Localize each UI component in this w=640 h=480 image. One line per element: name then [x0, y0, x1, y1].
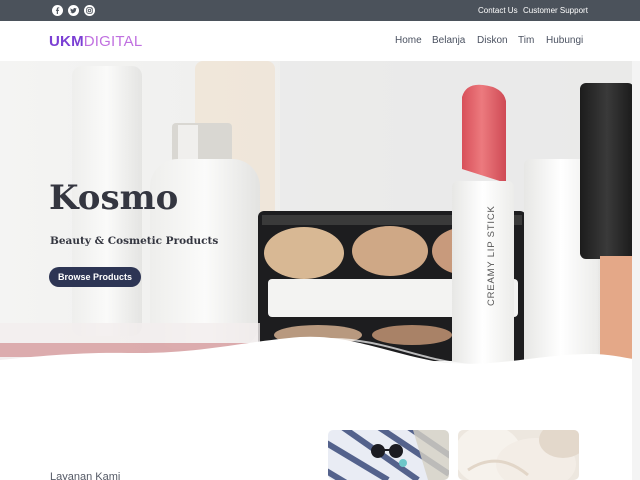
top-bar: Contact Us Customer Support — [0, 0, 640, 21]
nav-hubungi[interactable]: Hubungi — [546, 35, 583, 46]
nav-diskon[interactable]: Diskon — [477, 35, 508, 46]
logo-part-1: UKM — [49, 33, 84, 50]
facebook-icon[interactable] — [52, 5, 63, 16]
lipstick-label: CREAMY LIP STICK — [486, 205, 497, 306]
service-image-fur — [458, 430, 579, 480]
site-logo[interactable]: UKMDIGITAL — [49, 33, 142, 50]
logo-part-2: DIGITAL — [83, 33, 143, 50]
hero-title: Kosmo — [49, 178, 179, 218]
services-heading: Layanan Kami — [50, 471, 121, 480]
service-image-fashion — [328, 430, 449, 480]
scrollbar[interactable] — [632, 61, 640, 480]
hero-subtitle: Beauty & Cosmetic Products — [50, 235, 219, 247]
customer-support-link[interactable]: Customer Support — [523, 6, 588, 15]
nav-belanja[interactable]: Belanja — [432, 35, 465, 46]
twitter-icon[interactable] — [68, 5, 79, 16]
nav-home[interactable]: Home — [395, 35, 422, 46]
instagram-icon[interactable] — [84, 5, 95, 16]
browse-products-button[interactable]: Browse Products — [49, 267, 141, 287]
site-header: UKMDIGITAL Home Belanja Diskon Tim Hubun… — [0, 21, 640, 61]
nav-tim[interactable]: Tim — [518, 35, 534, 46]
contact-us-link[interactable]: Contact Us — [478, 6, 518, 15]
wave-divider — [0, 336, 640, 382]
